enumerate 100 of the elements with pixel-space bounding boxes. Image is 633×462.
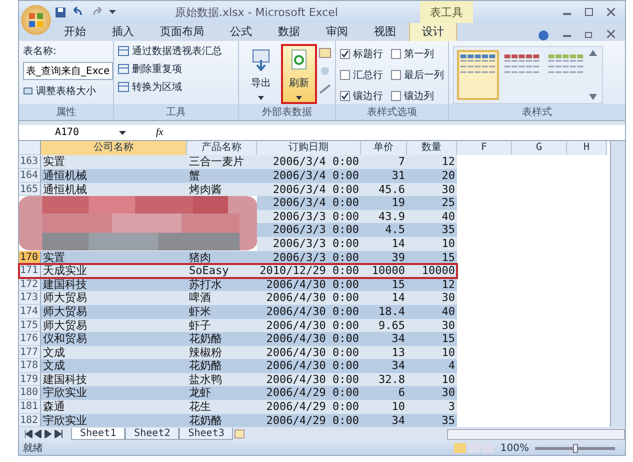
table-cell: 师大贸易 xyxy=(41,291,187,305)
table-cell: 12 xyxy=(407,155,457,169)
style-option[interactable]: 镶边行 xyxy=(340,88,383,104)
table-cell: 森通 xyxy=(41,400,187,414)
table-cell: 34 xyxy=(361,332,407,346)
row-number[interactable]: 170 xyxy=(19,250,41,264)
row-number[interactable]: 174 xyxy=(19,304,41,318)
ribbon-tab[interactable]: 开始 xyxy=(51,21,99,41)
style-option[interactable]: 第一列 xyxy=(391,46,444,62)
table-cell: 虾子 xyxy=(187,318,257,332)
row-number[interactable]: 165 xyxy=(19,182,41,196)
refresh-button[interactable]: 刷新 xyxy=(281,44,317,104)
style-option[interactable]: 镶边列 xyxy=(391,88,444,104)
table-cell: 仪和贸易 xyxy=(41,332,187,346)
column-header[interactable]: G xyxy=(512,141,567,156)
table-cell: 2006/3/3 0:00 xyxy=(257,223,361,237)
tool-button[interactable]: 通过数据透视表汇总 xyxy=(118,44,234,58)
table-cell: 25 xyxy=(407,196,457,210)
table-cell: 10 xyxy=(407,372,457,386)
table-cell: 35 xyxy=(407,223,457,237)
style-option[interactable]: 最后一列 xyxy=(391,66,444,83)
row-number[interactable]: 179 xyxy=(19,372,41,386)
name-box[interactable]: A170 xyxy=(19,127,119,138)
row-number[interactable]: 177 xyxy=(19,346,41,360)
table-cell: 45.6 xyxy=(361,182,407,196)
table-cell: 建国科技 xyxy=(41,372,187,386)
ribbon-tab[interactable]: 插入 xyxy=(99,21,147,41)
table-cell: 文成 xyxy=(41,346,187,360)
row-number[interactable]: 178 xyxy=(19,359,41,373)
table-cell: 虾米 xyxy=(187,304,257,318)
table-cell: 烤肉酱 xyxy=(187,182,257,196)
table-cell: 30 xyxy=(407,182,457,196)
tool-button[interactable]: 转换为区域 xyxy=(118,80,234,94)
sheet-tab[interactable]: Sheet3 xyxy=(179,428,234,440)
ribbon-tab[interactable]: 数据 xyxy=(265,21,313,41)
function-button[interactable]: fx xyxy=(156,127,164,138)
table-cell: 20 xyxy=(407,168,457,183)
table-cell: 花奶酪 xyxy=(187,332,257,346)
ribbon-tab[interactable]: 视图 xyxy=(361,21,409,41)
table-cell: 盐水鸭 xyxy=(187,372,257,386)
table-cell: 2006/3/3 0:00 xyxy=(257,236,361,251)
table-cell: 猪肉 xyxy=(187,250,257,264)
table-cell: 43.9 xyxy=(361,210,407,224)
table-cell: 3 xyxy=(407,400,457,414)
table-cell: 宇欣实业 xyxy=(41,386,187,400)
row-number[interactable]: 173 xyxy=(19,291,41,305)
group-label: 外部表数据 xyxy=(239,104,335,120)
column-header[interactable]: H xyxy=(567,141,607,156)
table-cell: 花生 xyxy=(187,400,257,414)
group-label: 表样式 xyxy=(449,104,625,120)
tool-button[interactable]: 删除重复项 xyxy=(118,62,234,76)
style-option[interactable]: 标题行 xyxy=(340,46,383,62)
table-cell: 2006/4/30 0:00 xyxy=(257,346,361,360)
table-cell: 师大贸易 xyxy=(41,318,187,332)
table-cell: 蟹 xyxy=(187,168,257,183)
table-cell: 2006/3/3 0:00 xyxy=(257,210,361,224)
column-header[interactable]: F xyxy=(457,141,512,156)
ribbon-tab[interactable]: 公式 xyxy=(217,21,265,41)
table-name-field[interactable]: 表_查询来自_Exce xyxy=(23,62,113,80)
group-label: 表样式选项 xyxy=(336,104,448,120)
table-cell: 34 xyxy=(361,359,407,373)
table-cell: 35 xyxy=(407,414,457,428)
ribbon-tab[interactable]: 设计 xyxy=(409,21,457,41)
table-cell: 2006/4/30 0:00 xyxy=(257,359,361,373)
table-cell: 2006/4/30 0:00 xyxy=(257,291,361,305)
ribbon-tab[interactable]: 页面布局 xyxy=(147,21,217,41)
table-cell: 10 xyxy=(407,346,457,360)
row-number[interactable]: 181 xyxy=(19,400,41,414)
sheet-tab[interactable]: Sheet2 xyxy=(125,428,180,440)
table-cell: 30 xyxy=(407,318,457,332)
zoom-level[interactable]: 100% xyxy=(500,442,529,454)
row-number[interactable]: 175 xyxy=(19,318,41,332)
table-cell: 7 xyxy=(361,155,407,169)
table-cell: 2006/4/29 0:00 xyxy=(257,400,361,414)
table-cell: 31 xyxy=(361,168,407,183)
export-button[interactable]: 导出 xyxy=(243,44,279,104)
table-cell: 2006/3/4 0:00 xyxy=(257,182,361,196)
status-text: 就绪 xyxy=(23,442,43,456)
resize-table-button[interactable]: 调整表格大小 xyxy=(23,84,109,98)
ribbon-tab[interactable]: 审阅 xyxy=(313,21,361,41)
sheet-tab[interactable]: Sheet1 xyxy=(71,428,126,440)
table-cell: 2006/3/4 0:00 xyxy=(257,196,361,210)
table-cell: 4.5 xyxy=(361,223,407,237)
row-number[interactable]: 176 xyxy=(19,332,41,346)
row-number[interactable]: 180 xyxy=(19,386,41,400)
row-number[interactable]: 182 xyxy=(19,414,41,428)
column-header[interactable]: 公司名称 xyxy=(41,141,187,156)
table-cell: 通恒机械 xyxy=(41,182,187,196)
row-number[interactable]: 171 xyxy=(19,264,41,278)
table-cell: 15 xyxy=(407,332,457,346)
row-number[interactable]: 163 xyxy=(19,155,41,169)
table-cell: 10000 xyxy=(361,264,407,278)
table-cell: 天成实业 xyxy=(41,264,187,278)
table-cell: 19 xyxy=(361,196,407,210)
style-option[interactable]: 汇总行 xyxy=(340,66,383,83)
table-cell: 32.8 xyxy=(361,372,407,386)
row-number[interactable]: 164 xyxy=(19,168,41,183)
table-cell: 13 xyxy=(361,346,407,360)
table-cell: 2010/12/29 0:00 xyxy=(257,264,361,278)
table-cell: 10000 xyxy=(407,264,457,278)
